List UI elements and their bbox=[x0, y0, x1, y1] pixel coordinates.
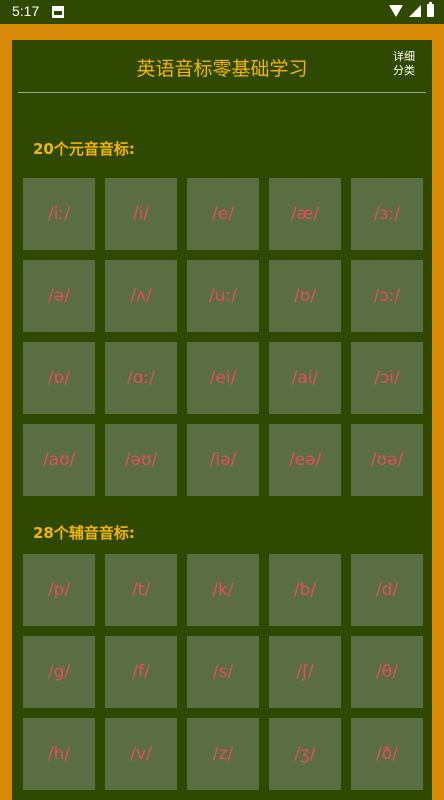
phonetic-button[interactable]: /k/ bbox=[187, 554, 259, 626]
phonetic-button[interactable]: /d/ bbox=[351, 554, 423, 626]
phonetic-button[interactable]: /ə/ bbox=[23, 260, 95, 332]
consonants-section-title: 28个辅音音标: bbox=[33, 524, 135, 542]
phonetic-button[interactable]: /ɒ/ bbox=[23, 342, 95, 414]
phonetic-button[interactable]: /f/ bbox=[105, 636, 177, 708]
phonetic-button[interactable]: /z/ bbox=[187, 718, 259, 790]
phonetic-button[interactable]: /æ/ bbox=[269, 178, 341, 250]
page-title: 英语音标零基础学习 bbox=[136, 58, 308, 80]
phonetic-button[interactable]: /ɜː/ bbox=[351, 178, 423, 250]
vowels-section-title: 20个元音音标: bbox=[33, 140, 135, 158]
phonetic-button[interactable]: /ɑː/ bbox=[105, 342, 177, 414]
header: 英语音标零基础学习 详细 分类 bbox=[12, 40, 432, 92]
phonetic-button[interactable]: /iː/ bbox=[23, 178, 95, 250]
phonetic-button[interactable]: /ʊə/ bbox=[351, 424, 423, 496]
wifi-icon bbox=[389, 4, 403, 17]
phonetic-button[interactable]: /ɔi/ bbox=[351, 342, 423, 414]
header-divider bbox=[18, 92, 426, 93]
phonetic-button[interactable]: /ei/ bbox=[187, 342, 259, 414]
phonetic-button[interactable]: /s/ bbox=[187, 636, 259, 708]
phonetic-button[interactable]: /əʊ/ bbox=[105, 424, 177, 496]
phonetic-button[interactable]: /eə/ bbox=[269, 424, 341, 496]
status-icons bbox=[389, 2, 434, 17]
notification-icon bbox=[52, 6, 64, 18]
status-bar: 5:17 bbox=[0, 0, 444, 24]
phonetic-button[interactable]: /ʒ/ bbox=[269, 718, 341, 790]
vowels-grid: /iː//i//e//æ//ɜː/ /ə//ʌ//uː//ʊ//ɔː/ /ɒ//ɑː… bbox=[23, 178, 423, 496]
phonetic-button[interactable]: /g/ bbox=[23, 636, 95, 708]
phonetic-button[interactable]: /p/ bbox=[23, 554, 95, 626]
signal-icon bbox=[409, 4, 421, 17]
phonetic-button[interactable]: /e/ bbox=[187, 178, 259, 250]
phonetic-button[interactable]: /iə/ bbox=[187, 424, 259, 496]
detail-label-line1: 详细 bbox=[393, 50, 415, 63]
battery-icon bbox=[427, 2, 434, 17]
detail-label-line2: 分类 bbox=[393, 64, 415, 77]
phonetic-button[interactable]: /ʊ/ bbox=[269, 260, 341, 332]
phonetic-button[interactable]: /ð/ bbox=[351, 718, 423, 790]
app-frame: 英语音标零基础学习 详细 分类 20个元音音标: /iː//i//e//æ//ɜ… bbox=[0, 24, 444, 800]
status-time: 5:17 bbox=[12, 3, 40, 19]
phonetic-button[interactable]: /uː/ bbox=[187, 260, 259, 332]
phonetic-button[interactable]: /i/ bbox=[105, 178, 177, 250]
phonetic-button[interactable]: /aʊ/ bbox=[23, 424, 95, 496]
phonetic-button[interactable]: /θ/ bbox=[351, 636, 423, 708]
consonants-grid: /p//t//k//b//d//g//f//s//ʃ//θ//h//v//z//… bbox=[23, 554, 423, 790]
main-panel: 英语音标零基础学习 详细 分类 20个元音音标: /iː//i//e//æ//ɜ… bbox=[12, 40, 432, 800]
phonetic-button[interactable]: /ʌ/ bbox=[105, 260, 177, 332]
phonetic-button[interactable]: /b/ bbox=[269, 554, 341, 626]
phonetic-button[interactable]: /v/ bbox=[105, 718, 177, 790]
phonetic-button[interactable]: /ai/ bbox=[269, 342, 341, 414]
phonetic-button[interactable]: /h/ bbox=[23, 718, 95, 790]
phonetic-button[interactable]: /t/ bbox=[105, 554, 177, 626]
phonetic-button[interactable]: /ɔː/ bbox=[351, 260, 423, 332]
detail-category-button[interactable]: 详细 分类 bbox=[384, 50, 424, 78]
phonetic-button[interactable]: /ʃ/ bbox=[269, 636, 341, 708]
